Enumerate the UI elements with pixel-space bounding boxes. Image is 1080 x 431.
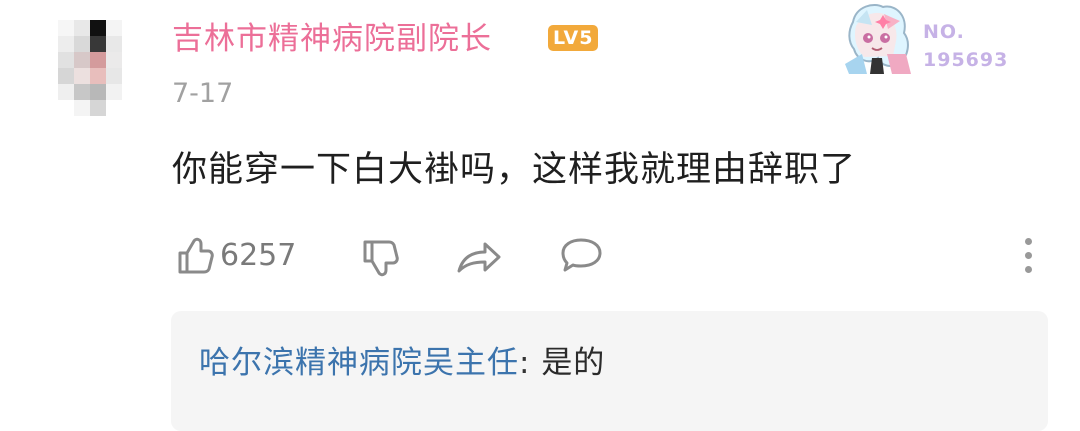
username[interactable]: 吉林市精神病院副院长 (172, 18, 492, 60)
comment-actions (0, 230, 1080, 286)
reply-preview[interactable]: 哈尔滨精神病院吴主任: 是的 (171, 311, 1048, 431)
share-icon[interactable] (456, 238, 502, 276)
avatar[interactable] (58, 20, 122, 116)
thumbs-down-icon[interactable] (357, 236, 399, 278)
like-count: 6257 (220, 238, 297, 273)
reply-author[interactable]: 哈尔滨精神病院吴主任 (199, 345, 519, 381)
fan-badge-label: NO. (923, 21, 965, 43)
thumbs-up-icon[interactable] (172, 236, 214, 278)
level-badge: LV5 (548, 25, 599, 51)
reply-separator: : (519, 345, 531, 381)
comment-text: 你能穿一下白大褂吗，这样我就理由辞职了 (172, 150, 857, 190)
fan-badge-number: 195693 (923, 49, 1009, 71)
comment-icon[interactable] (557, 237, 605, 279)
reply-line: 哈尔滨精神病院吴主任: 是的 (199, 341, 605, 385)
more-vertical-icon[interactable] (1020, 237, 1038, 275)
fan-badge-avatar-icon (845, 3, 911, 74)
comment-date: 7-17 (172, 78, 234, 109)
reply-text: 是的 (541, 345, 606, 381)
